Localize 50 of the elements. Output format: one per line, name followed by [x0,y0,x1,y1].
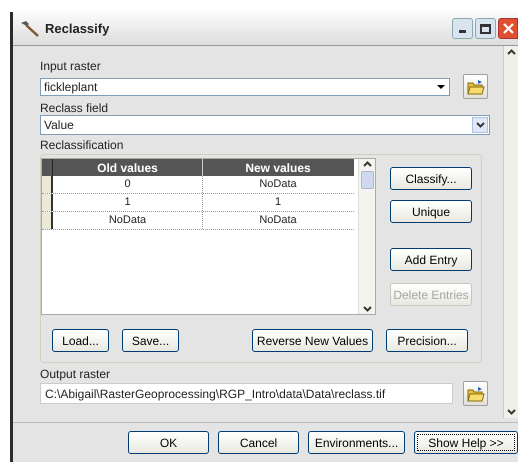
scroll-up-icon [362,161,372,167]
action-button[interactable]: Unique [390,200,472,223]
input-raster-dropdown[interactable]: fickleplant [40,78,450,96]
folder-icon [466,386,484,402]
table-cell-text: NoData [258,213,298,228]
scroll-thumb[interactable] [360,171,374,189]
row-header[interactable] [42,194,53,211]
precision-button[interactable]: Precision... [386,329,468,352]
minimize-icon [459,30,466,33]
maximize-button[interactable] [475,18,496,39]
open-folder-button[interactable] [463,74,488,99]
dialog-button[interactable]: Cancel [218,431,299,454]
table-cell: 1 [53,194,203,211]
chevron-down-icon [476,122,484,128]
table-cell-text: NoData [258,177,298,192]
column-header[interactable]: New values [203,159,353,176]
load-button[interactable]: Load... [52,329,109,352]
output-raster-field[interactable]: C:\Abigail\RasterGeoprocessing\RGP_Intro\data\Data\reclass.tif [40,383,453,404]
open-folder-button[interactable] [463,381,488,406]
window-title: Reclassify [45,20,110,38]
table-cell-text: 1 [274,195,282,210]
hammer-icon [19,20,41,38]
table-scrollbar[interactable] [358,159,375,314]
table-cell: NoData [53,212,203,229]
scroll-down-icon [362,306,372,312]
action-button[interactable]: Reverse New Values [252,329,373,352]
action-button[interactable]: Classify... [390,167,472,190]
dialog-button[interactable]: Environments... [308,431,405,454]
action-button[interactable]: Add Entry [390,248,472,271]
reclass-field-dropdown[interactable]: Value [40,115,490,135]
field-label: Output raster [40,366,112,381]
row-header[interactable] [42,212,53,229]
table-cell: 0 [53,176,203,193]
dialog-button[interactable]: Show Help >> [414,431,518,454]
dialog-scrollbar[interactable] [503,46,518,418]
section-label: Reclassification [40,137,124,152]
dialog-button[interactable]: OK [128,431,209,454]
close-icon [502,23,514,34]
folder-icon [466,78,484,94]
scroll-up-icon [506,49,516,55]
field-label: Input raster [40,58,102,73]
row-header[interactable] [42,176,53,193]
scroll-down-icon [506,409,516,415]
field-label: Reclass field [40,100,110,115]
dropdown-arrow-icon [437,84,445,88]
close-button[interactable] [498,18,518,39]
maximize-icon [480,24,491,34]
column-header[interactable]: Old values [53,159,203,176]
minimize-button[interactable] [452,18,473,39]
save-button[interactable]: Save... [122,329,179,352]
